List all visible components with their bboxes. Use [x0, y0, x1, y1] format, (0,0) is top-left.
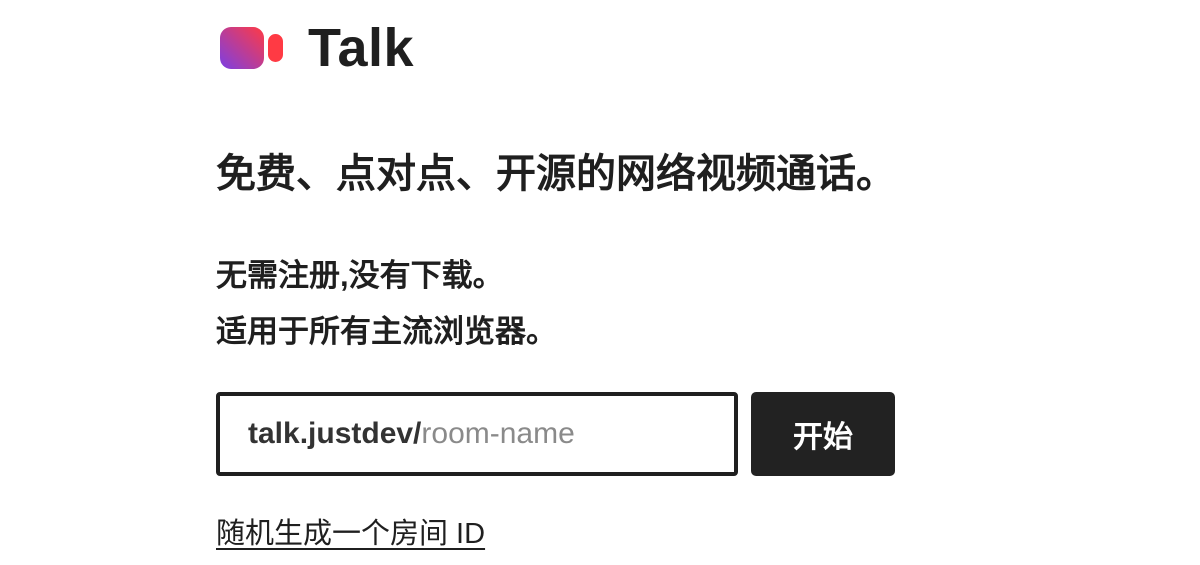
start-button[interactable]: 开始: [751, 392, 895, 476]
random-room-id-link[interactable]: 随机生成一个房间 ID: [216, 510, 485, 552]
room-url-prefix: talk.justdev/: [248, 417, 422, 450]
brand-name: Talk: [308, 18, 415, 78]
room-form: talk.justdev/ room-name 开始: [216, 392, 895, 476]
page-title: 免费、点对点、开源的网络视频通话。: [216, 152, 896, 196]
room-name-placeholder: room-name: [421, 417, 575, 450]
room-name-input[interactable]: talk.justdev/ room-name: [216, 392, 738, 476]
subtitle-line-2: 适用于所有主流浏览器。: [216, 314, 557, 349]
subtitle-line-1: 无需注册,没有下载。: [216, 258, 504, 293]
video-camera-icon: [220, 27, 283, 69]
subtitle: 无需注册,没有下载。 适用于所有主流浏览器。: [216, 248, 557, 360]
brand: Talk: [220, 20, 414, 76]
